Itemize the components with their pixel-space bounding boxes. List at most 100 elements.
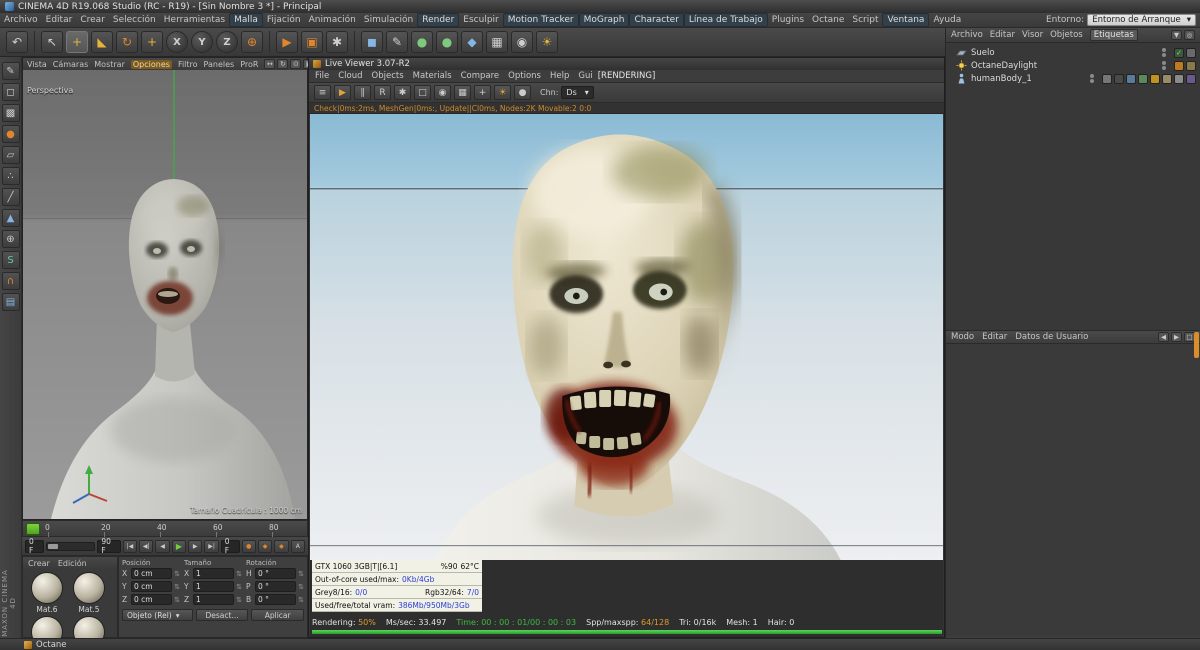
- lock-y-icon[interactable]: Y: [191, 31, 213, 53]
- menu-seleccion[interactable]: Selección: [109, 14, 160, 26]
- zoom-icon[interactable]: ⊙: [290, 59, 302, 69]
- snap-toggle-icon[interactable]: ∩: [1, 272, 20, 290]
- goto-start-icon[interactable]: |◀: [122, 539, 138, 553]
- points-mode-icon[interactable]: ∴: [1, 167, 20, 185]
- tag-icon[interactable]: [1186, 73, 1196, 84]
- last-tool-icon[interactable]: +: [141, 31, 163, 53]
- workplane-mode-icon[interactable]: ▱: [1, 146, 20, 164]
- add-camera-icon[interactable]: ◉: [511, 31, 533, 53]
- lv-options-icon[interactable]: ✱: [394, 85, 411, 100]
- layers-icon[interactable]: ▤: [1, 293, 20, 311]
- om-menu-etiquetas[interactable]: Etiquetas: [1089, 29, 1138, 41]
- scale-label[interactable]: Tamaño: [184, 559, 242, 567]
- paint-mode-icon[interactable]: S: [1, 251, 20, 269]
- stepper-icon[interactable]: ⇅: [298, 583, 304, 591]
- render-settings-icon[interactable]: ✱: [326, 31, 348, 53]
- stepper-icon[interactable]: ⇅: [298, 570, 304, 578]
- pos-z-field[interactable]: 0 cm: [131, 594, 173, 605]
- om-menu-objetos[interactable]: Objetos: [1050, 30, 1083, 40]
- edges-mode-icon[interactable]: ╱: [1, 188, 20, 206]
- rot-b-field[interactable]: 0 °: [255, 594, 297, 605]
- lv-region-icon[interactable]: ▦: [454, 85, 471, 100]
- menu-octane[interactable]: Octane: [808, 14, 848, 26]
- menu-linea-de-trabajo[interactable]: Línea de Trabajo: [683, 13, 768, 27]
- lock-z-icon[interactable]: Z: [216, 31, 238, 53]
- om-menu-editar[interactable]: Editar: [990, 30, 1015, 40]
- stepper-icon[interactable]: ⇅: [236, 596, 242, 604]
- object-axis-mode-icon[interactable]: ⊕: [1, 230, 20, 248]
- visibility-dots[interactable]: [1090, 74, 1094, 83]
- pos-y-field[interactable]: 0 cm: [131, 581, 173, 592]
- stepper-icon[interactable]: ⇅: [174, 583, 180, 591]
- menu-editar[interactable]: Editar: [42, 14, 77, 26]
- rotation-label[interactable]: Rotación: [246, 559, 304, 567]
- add-generator-icon[interactable]: ●: [411, 31, 433, 53]
- timeline-ruler[interactable]: 0 20 40 60 80: [22, 520, 308, 537]
- position-label[interactable]: Posición: [122, 559, 180, 567]
- lv-pause-icon[interactable]: ∥: [354, 85, 371, 100]
- menu-ayuda[interactable]: Ayuda: [929, 14, 965, 26]
- move-tool-icon[interactable]: +: [66, 31, 88, 53]
- layout-tab-marker[interactable]: [1194, 332, 1199, 358]
- materials-menu-crear[interactable]: Crear: [28, 559, 50, 568]
- add-deformer-icon[interactable]: ◆: [461, 31, 483, 53]
- rot-p-field[interactable]: 0 °: [255, 581, 297, 592]
- live-selection-icon[interactable]: ↖: [41, 31, 63, 53]
- record-rotation-icon[interactable]: ◆: [274, 539, 289, 553]
- am-menu-datos[interactable]: Datos de Usuario: [1015, 332, 1088, 342]
- menu-motion-tracker[interactable]: Motion Tracker: [502, 13, 579, 27]
- coord-system-icon[interactable]: ⊕: [241, 31, 263, 53]
- rotate-tool-icon[interactable]: ↻: [116, 31, 138, 53]
- desactivar-button[interactable]: Desact...: [195, 609, 249, 621]
- prev-frame-icon[interactable]: ◀: [155, 539, 170, 553]
- add-environment-icon[interactable]: ▦: [486, 31, 508, 53]
- undo-icon[interactable]: ↶: [6, 31, 28, 53]
- menu-archivo[interactable]: Archivo: [0, 14, 42, 26]
- stepper-icon[interactable]: ⇅: [236, 570, 242, 578]
- tag-icon[interactable]: [1150, 73, 1160, 84]
- rot-h-field[interactable]: 0 °: [255, 568, 297, 579]
- lv-focus-pick-icon[interactable]: +: [474, 85, 491, 100]
- menu-render[interactable]: Render: [417, 13, 460, 27]
- om-menu-visor[interactable]: Visor: [1022, 30, 1043, 40]
- current-frame-marker[interactable]: [26, 523, 40, 535]
- lv-camera-icon[interactable]: ◉: [434, 85, 451, 100]
- viewport-view-label[interactable]: Perspectiva: [27, 86, 73, 95]
- visibility-dots[interactable]: [1162, 61, 1166, 70]
- channel-dropdown[interactable]: Ds ▾: [561, 86, 594, 99]
- menu-plugins[interactable]: Plugins: [768, 14, 808, 26]
- aplicar-button[interactable]: Aplicar: [251, 609, 304, 621]
- menu-mograph[interactable]: MoGraph: [578, 13, 630, 27]
- viewport-menu-camaras[interactable]: Cámaras: [53, 60, 89, 69]
- viewport-menu-filtro[interactable]: Filtro: [178, 60, 198, 69]
- menu-herramientas[interactable]: Herramientas: [160, 14, 229, 26]
- menu-script[interactable]: Script: [848, 14, 882, 26]
- enabled-check-icon[interactable]: ✓: [1174, 47, 1184, 58]
- tag-icon[interactable]: [1174, 73, 1184, 84]
- am-menu-modo[interactable]: Modo: [951, 332, 974, 342]
- record-keyframe-icon[interactable]: ●: [241, 539, 256, 553]
- lv-menu-options[interactable]: Options: [508, 71, 541, 81]
- search-icon[interactable]: ◎: [1184, 30, 1195, 40]
- stepper-icon[interactable]: ⇅: [298, 596, 304, 604]
- scale-z-field[interactable]: 1: [193, 594, 235, 605]
- polygons-mode-icon[interactable]: ▲: [1, 209, 20, 227]
- add-light-icon[interactable]: ☀: [536, 31, 558, 53]
- menu-malla[interactable]: Malla: [229, 13, 263, 27]
- tag-icon[interactable]: [1162, 73, 1172, 84]
- visibility-dots[interactable]: [1162, 48, 1166, 57]
- object-row-suelo[interactable]: Suelo ✓: [946, 46, 1200, 59]
- render-canvas[interactable]: [310, 114, 943, 560]
- lv-menu-cloud[interactable]: Cloud: [338, 71, 362, 81]
- orbit-icon[interactable]: ↻: [277, 59, 289, 69]
- tag-icon[interactable]: [1138, 73, 1148, 84]
- pos-x-field[interactable]: 0 cm: [131, 568, 173, 579]
- slider-handle[interactable]: [47, 543, 58, 549]
- menu-fijacion[interactable]: Fijación: [263, 14, 305, 26]
- am-menu-editar[interactable]: Editar: [982, 332, 1007, 342]
- menu-animacion[interactable]: Animación: [305, 14, 360, 26]
- object-name[interactable]: humanBody_1: [971, 74, 1032, 84]
- viewport-menu-pror[interactable]: ProR: [240, 60, 258, 69]
- menu-esculpir[interactable]: Esculpir: [459, 14, 502, 26]
- lv-light-icon[interactable]: ☀: [494, 85, 511, 100]
